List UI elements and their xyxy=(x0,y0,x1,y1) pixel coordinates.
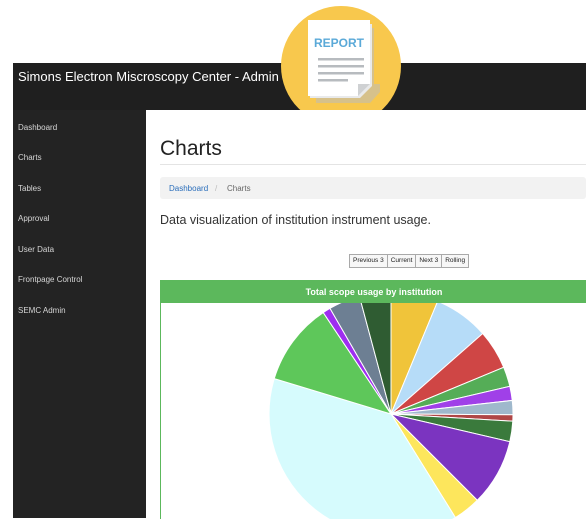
previous-3-button[interactable]: Previous 3 xyxy=(349,254,388,268)
sidebar-item-charts[interactable]: Charts xyxy=(18,153,42,162)
breadcrumb-separator: / xyxy=(215,184,218,193)
sidebar-item-dashboard[interactable]: Dashboard xyxy=(18,123,57,132)
page-title: Charts xyxy=(160,137,222,160)
current-button[interactable]: Current xyxy=(386,254,417,268)
breadcrumb-current: Charts xyxy=(227,184,251,193)
sidebar-item-frontpage-control[interactable]: Frontpage Control xyxy=(18,275,82,284)
sidebar: Dashboard Charts Tables Approval User Da… xyxy=(13,110,146,518)
breadcrumb-dashboard-link[interactable]: Dashboard xyxy=(169,184,208,193)
sidebar-item-semc-admin[interactable]: SEMC Admin xyxy=(18,306,66,315)
page-description: Data visualization of institution instru… xyxy=(160,213,431,227)
sidebar-item-tables[interactable]: Tables xyxy=(18,184,41,193)
sidebar-item-approval[interactable]: Approval xyxy=(18,214,50,223)
main-content: Charts Dashboard / Charts Data visualiza… xyxy=(146,110,586,519)
title-divider xyxy=(160,164,586,165)
institution-usage-pie-chart xyxy=(268,303,514,519)
chart-panel-title: Total scope usage by institution xyxy=(161,281,586,303)
breadcrumb: Dashboard / Charts xyxy=(160,177,586,199)
next-3-button[interactable]: Next 3 xyxy=(415,254,443,268)
badge-label: REPORT xyxy=(314,36,365,50)
chart-panel: Total scope usage by institution xyxy=(160,280,586,519)
rolling-button[interactable]: Rolling xyxy=(441,254,470,268)
range-button-group: Previous 3 Current Next 3 Rolling xyxy=(349,254,470,268)
sidebar-item-user-data[interactable]: User Data xyxy=(18,245,54,254)
app-title[interactable]: Simons Electron Miscroscopy Center - Adm… xyxy=(18,69,279,84)
